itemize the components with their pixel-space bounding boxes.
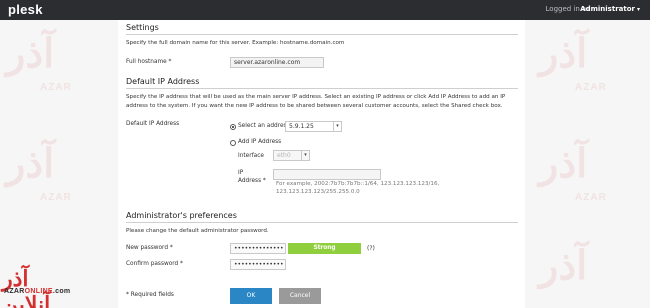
admin-description: Please change the default administrator …	[126, 228, 269, 234]
watermark-glyph: آذر	[539, 30, 588, 77]
cancel-button[interactable]: Cancel	[279, 288, 321, 304]
plesk-logo[interactable]: plesk	[8, 2, 43, 17]
watermark-glyph: آذر	[539, 140, 588, 187]
hostname-input[interactable]: server.azaronline.com	[230, 57, 324, 68]
interface-select[interactable]: eth0 ▾	[273, 150, 310, 161]
watermark-sub: AZAR	[575, 192, 607, 203]
chevron-down-icon: ▾	[301, 151, 309, 160]
ip-address-input[interactable]	[273, 169, 381, 180]
watermark-sub: AZAR	[40, 192, 72, 203]
select-address-radio[interactable]	[230, 124, 236, 130]
settings-heading: Settings	[126, 23, 159, 32]
ip-heading: Default IP Address	[126, 77, 200, 86]
brand-badge: آذر آنلاین AZARONLINE.com	[2, 266, 76, 308]
caret-down-icon: ▾	[636, 6, 640, 13]
hostname-label: Full hostname *	[126, 59, 172, 65]
required-fields-note: * Required fields	[126, 292, 174, 298]
confirm-password-label: Confirm password *	[126, 261, 183, 267]
add-ip-radio[interactable]	[230, 140, 236, 146]
watermark-sub: AZAR	[575, 82, 607, 93]
add-ip-label[interactable]: Add IP Address	[238, 139, 281, 145]
right-watermark-panel: آذر AZAR آذر AZAR آذر	[525, 20, 650, 308]
interface-value: eth0	[277, 152, 291, 159]
ip-example-line2: 123.123.123.123/255.255.0.0	[276, 189, 360, 195]
new-password-input[interactable]: ••••••••••••••	[230, 243, 286, 254]
top-bar: plesk Logged in as Administrator ▾	[0, 0, 650, 20]
ip-description-line2: address to the system. If you want the n…	[126, 103, 503, 109]
section-divider	[126, 88, 518, 89]
chevron-down-icon: ▾	[333, 122, 341, 131]
ip-field-label-line1: IP	[238, 170, 244, 176]
watermark-glyph: آذر	[6, 140, 55, 187]
watermark-glyph: آذر	[6, 30, 55, 77]
password-strength-bar: Strong	[288, 243, 361, 254]
setup-form: Settings Specify the full domain name fo…	[118, 20, 525, 308]
confirm-password-input[interactable]: ••••••••••••••	[230, 259, 286, 270]
select-address-label[interactable]: Select an address	[238, 123, 290, 129]
brand-mark: آذر آنلاین	[2, 266, 51, 308]
ok-button[interactable]: OK	[230, 288, 272, 304]
password-help-icon[interactable]: (?)	[367, 245, 375, 252]
admin-heading: Administrator's preferences	[126, 211, 237, 220]
new-password-label: New password *	[126, 245, 173, 251]
default-ip-label: Default IP Address	[126, 121, 180, 127]
watermark-sub: AZAR	[40, 82, 72, 93]
ip-address-value: 5.9.1.25	[289, 123, 314, 130]
user-menu-label: Administrator	[580, 5, 635, 13]
left-watermark-panel: آذر AZAR آذر AZAR آذر آنلاین AZARONLINE.…	[0, 20, 118, 308]
ip-address-select[interactable]: 5.9.1.25 ▾	[285, 121, 342, 132]
settings-description: Specify the full domain name for this se…	[126, 40, 345, 46]
section-divider	[126, 222, 518, 223]
interface-label: Interface	[238, 153, 264, 159]
section-divider	[126, 34, 518, 35]
user-menu[interactable]: Administrator ▾	[580, 5, 640, 13]
ip-field-label-line2: Address *	[238, 178, 266, 184]
brand-text: AZARONLINE.com	[4, 288, 71, 295]
watermark-glyph: آذر	[539, 242, 588, 289]
